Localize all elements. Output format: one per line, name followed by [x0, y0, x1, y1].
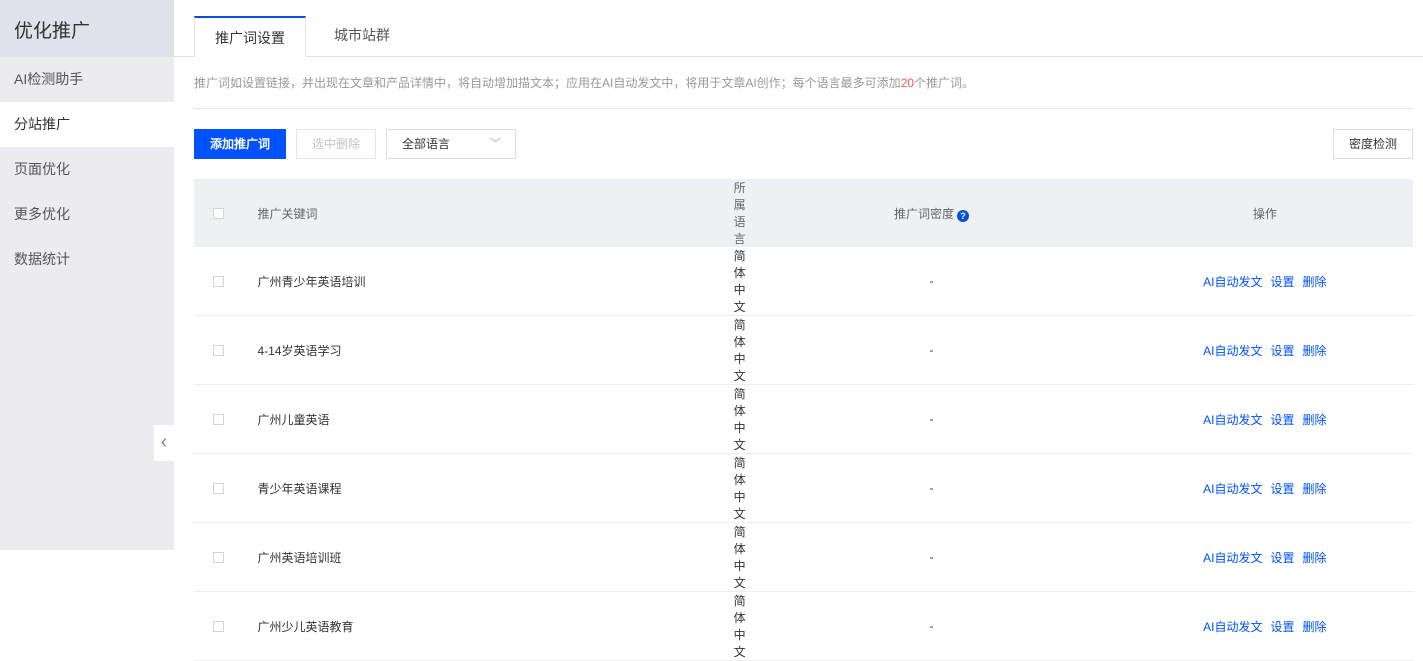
ai-auto-post-link[interactable]: AI自动发文 [1203, 275, 1262, 289]
ai-auto-post-link[interactable]: AI自动发文 [1203, 551, 1262, 565]
delete-link[interactable]: 删除 [1303, 551, 1327, 565]
settings-link[interactable]: 设置 [1271, 344, 1295, 358]
row-checkbox[interactable] [213, 483, 224, 495]
settings-link[interactable]: 设置 [1271, 551, 1295, 565]
row-checkbox[interactable] [213, 552, 224, 564]
table-row: 广州儿童英语 简体中文 - AI自动发文 设置 删除 [194, 384, 1413, 454]
keyword-cell: 广州青少年英语培训 [257, 247, 734, 316]
table-row: 广州英语培训班 简体中文 - AI自动发文 设置 删除 [194, 522, 1413, 592]
row-checkbox[interactable] [213, 276, 224, 288]
main-content: 推广词设置 城市站群 推广词如设置链接，并出现在文章和产品详情中，将自动增加描文… [0, 0, 1423, 661]
collapse-sidebar-chevron-left-icon[interactable]: ‹ [154, 425, 174, 461]
language-cell: 简体中文 [733, 522, 747, 592]
language-cell: 简体中文 [733, 453, 747, 523]
delete-selected-button[interactable]: 选中删除 [296, 129, 376, 159]
actions-cell: AI自动发文 设置 删除 [1116, 247, 1413, 316]
language-cell: 简体中文 [733, 591, 747, 661]
sidebar-item-substation-promo[interactable]: 分站推广 [0, 102, 174, 147]
ai-auto-post-link[interactable]: AI自动发文 [1203, 620, 1262, 634]
keyword-cell: 广州英语培训班 [257, 522, 734, 592]
settings-link[interactable]: 设置 [1271, 620, 1295, 634]
help-question-icon[interactable]: ? [957, 209, 970, 222]
density-cell: - [746, 315, 1117, 385]
density-cell: - [746, 384, 1117, 454]
tab-bar: 推广词设置 城市站群 [0, 0, 1423, 57]
delete-link[interactable]: 删除 [1303, 344, 1327, 358]
sidebar-item-page-optimize[interactable]: 页面优化 [0, 147, 174, 192]
density-cell: - [746, 522, 1117, 592]
density-cell: - [746, 453, 1117, 523]
language-cell: 简体中文 [733, 315, 747, 385]
table-row: 4-14岁英语学习 简体中文 - AI自动发文 设置 删除 [194, 315, 1413, 385]
actions-cell: AI自动发文 设置 删除 [1116, 453, 1413, 523]
add-keyword-button[interactable]: 添加推广词 [194, 129, 286, 159]
language-select-value: 全部语言 [402, 137, 451, 151]
tab-keyword-settings[interactable]: 推广词设置 [194, 16, 306, 57]
keyword-table: 推广关键词 所属语言 推广词密度? 操作 广州青少年英语培训 简体中文 - AI… [194, 179, 1413, 661]
tab-city-sites[interactable]: 城市站群 [306, 15, 418, 56]
header-keyword: 推广关键词 [257, 179, 734, 247]
language-cell: 简体中文 [733, 384, 747, 454]
row-checkbox[interactable] [213, 414, 224, 426]
header-actions: 操作 [1116, 179, 1413, 247]
ai-auto-post-link[interactable]: AI自动发文 [1203, 413, 1262, 427]
density-cell: - [746, 247, 1117, 316]
settings-link[interactable]: 设置 [1271, 275, 1295, 289]
actions-cell: AI自动发文 设置 删除 [1116, 384, 1413, 454]
sidebar-item-ai-detect[interactable]: AI检测助手 [0, 57, 174, 102]
sidebar: 优化推广 AI检测助手 分站推广 页面优化 更多优化 数据统计 [0, 0, 174, 550]
keyword-cell: 广州儿童英语 [257, 384, 734, 454]
table-row: 广州少儿英语教育 简体中文 - AI自动发文 设置 删除 [194, 591, 1413, 661]
settings-link[interactable]: 设置 [1271, 413, 1295, 427]
table-row: 青少年英语课程 简体中文 - AI自动发文 设置 删除 [194, 453, 1413, 523]
row-checkbox[interactable] [213, 621, 224, 633]
desc-limit: 20 [900, 76, 915, 90]
delete-link[interactable]: 删除 [1303, 275, 1327, 289]
chevron-down-icon: ﹀ [490, 138, 501, 150]
density-cell: - [746, 591, 1117, 661]
language-select[interactable]: 全部语言 ﹀ [386, 129, 516, 159]
table-row: 广州青少年英语培训 简体中文 - AI自动发文 设置 删除 [194, 247, 1413, 316]
toolbar: 添加推广词 选中删除 全部语言 ﹀ 密度检测 [194, 129, 1413, 159]
ai-auto-post-link[interactable]: AI自动发文 [1203, 482, 1262, 496]
sidebar-item-statistics[interactable]: 数据统计 [0, 237, 174, 282]
settings-link[interactable]: 设置 [1271, 482, 1295, 496]
actions-cell: AI自动发文 设置 删除 [1116, 591, 1413, 661]
desc-text: 推广词如设置链接，并出现在文章和产品详情中，将自动增加描文本；应用在AI自动发文… [194, 76, 901, 90]
density-check-button[interactable]: 密度检测 [1333, 129, 1413, 159]
select-all-checkbox[interactable] [213, 208, 224, 220]
ai-auto-post-link[interactable]: AI自动发文 [1203, 344, 1262, 358]
description: 推广词如设置链接，并出现在文章和产品详情中，将自动增加描文本；应用在AI自动发文… [194, 74, 1413, 109]
sidebar-item-more-optimize[interactable]: 更多优化 [0, 192, 174, 237]
actions-cell: AI自动发文 设置 删除 [1116, 522, 1413, 592]
keyword-cell: 广州少儿英语教育 [257, 591, 734, 661]
language-cell: 简体中文 [733, 247, 747, 316]
header-language: 所属语言 [733, 179, 747, 247]
keyword-cell: 青少年英语课程 [257, 453, 734, 523]
delete-link[interactable]: 删除 [1303, 413, 1327, 427]
row-checkbox[interactable] [213, 345, 224, 357]
keyword-cell: 4-14岁英语学习 [257, 315, 734, 385]
delete-link[interactable]: 删除 [1303, 620, 1327, 634]
header-density: 推广词密度? [746, 179, 1117, 247]
desc-text-end: 个推广词。 [914, 76, 975, 90]
delete-link[interactable]: 删除 [1303, 482, 1327, 496]
actions-cell: AI自动发文 设置 删除 [1116, 315, 1413, 385]
